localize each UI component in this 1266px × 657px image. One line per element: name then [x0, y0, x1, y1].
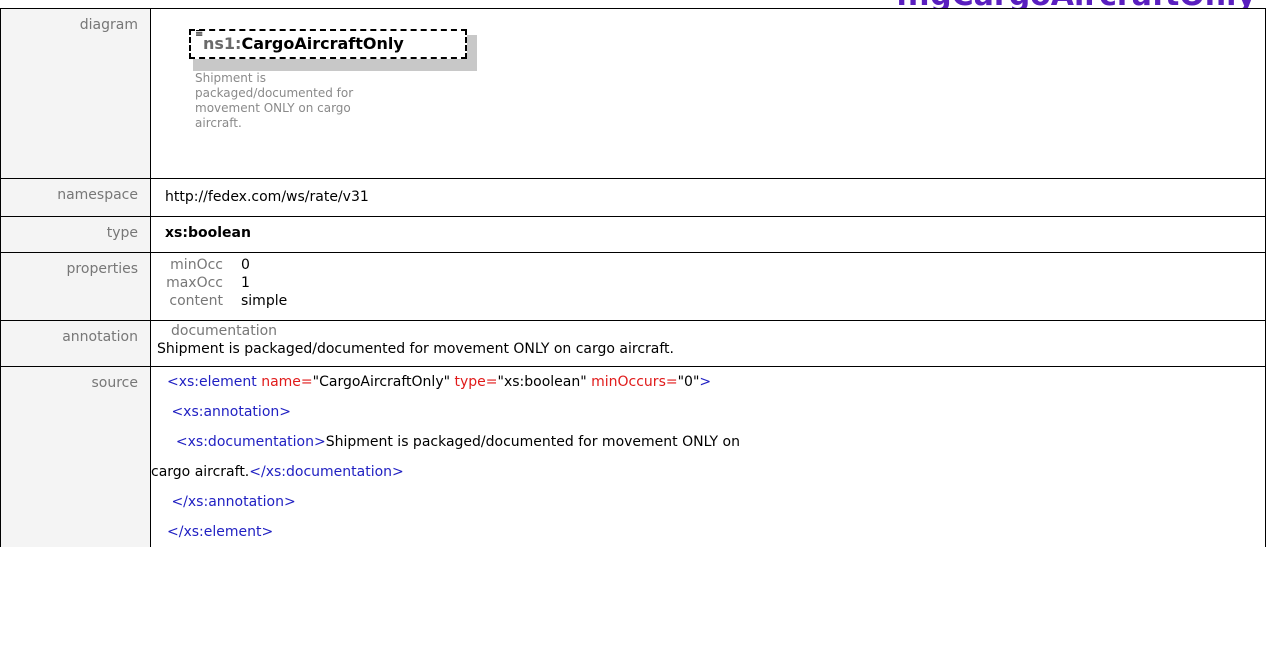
property-key: maxOcc — [166, 275, 223, 291]
diagram-documentation: Shipment is packaged/documented for move… — [195, 71, 415, 131]
source-attribute-value: "0" — [677, 374, 700, 390]
property-key: content — [169, 293, 223, 309]
property-value: 0 — [241, 257, 250, 273]
namespace-cell: http://fedex.com/ws/rate/v31 — [150, 178, 1266, 217]
diagram-doc-line: movement ONLY on cargo — [195, 101, 351, 115]
properties-cell: minOcc 0 maxOcc 1 content simple — [150, 252, 1266, 321]
diagram-element-box[interactable]: ≡ ns1:CargoAircraftOnly — [189, 29, 467, 59]
label-cell-source: source — [0, 366, 151, 547]
row-annotation: annotation documentation Shipment is pac… — [0, 320, 1266, 367]
label-namespace: namespace — [57, 187, 138, 203]
documentation-glyph-icon: ≡ — [195, 28, 204, 39]
diagram-doc-line: aircraft. — [195, 116, 242, 130]
source-line: <xs:element name="CargoAircraftOnly" typ… — [167, 367, 1265, 397]
source-tag: <xs:element — [167, 374, 257, 390]
label-cell-type: type — [0, 216, 151, 253]
annotation-cell: documentation Shipment is packaged/docum… — [150, 320, 1266, 367]
source-text: cargo aircraft. — [151, 464, 250, 480]
source-text: Shipment is packaged/documented for move… — [325, 434, 740, 450]
type-value[interactable]: xs:boolean — [165, 217, 1265, 241]
source-code: <xs:element name="CargoAircraftOnly" typ… — [150, 366, 1266, 547]
row-namespace: namespace http://fedex.com/ws/rate/v31 — [0, 178, 1266, 217]
element-properties-table: diagram ≡ ns1:CargoAircraftOnly Shipment… — [0, 8, 1266, 547]
diagram-cell: ≡ ns1:CargoAircraftOnly Shipment is pack… — [150, 8, 1266, 179]
property-key: minOcc — [170, 257, 223, 273]
header-title-fragment: ...gCargoAircraftOnly — [896, 0, 1256, 8]
source-attribute: type= — [450, 374, 498, 390]
source-tag: > — [699, 374, 712, 390]
property-value: 1 — [241, 275, 250, 291]
namespace-value: http://fedex.com/ws/rate/v31 — [165, 189, 369, 205]
page-header-fragment: ...gCargoAircraftOnly — [0, 0, 1266, 8]
annotation-heading: documentation — [171, 323, 278, 339]
label-cell-properties: properties — [0, 252, 151, 321]
diagram-namespace-prefix: ns1: — [203, 34, 242, 53]
source-line: <xs:documentation>Shipment is packaged/d… — [167, 427, 1265, 457]
label-properties: properties — [66, 261, 138, 277]
annotation-text: Shipment is packaged/documented for move… — [157, 341, 674, 357]
source-attribute-value: "CargoAircraftOnly" — [312, 374, 451, 390]
label-annotation: annotation — [62, 329, 138, 345]
row-properties: properties minOcc 0 maxOcc 1 content sim… — [0, 252, 1266, 321]
row-diagram: diagram ≡ ns1:CargoAircraftOnly Shipment… — [0, 8, 1266, 179]
type-cell: xs:boolean — [150, 216, 1266, 253]
source-attribute: minOccurs= — [586, 374, 678, 390]
diagram-doc-line: Shipment is — [195, 71, 266, 85]
source-attribute-value: "xs:boolean" — [497, 374, 587, 390]
row-type: type xs:boolean — [0, 216, 1266, 253]
diagram-doc-line: packaged/documented for — [195, 86, 354, 100]
source-line: </xs:element> — [167, 524, 274, 540]
diagram-element-name: CargoAircraftOnly — [241, 34, 404, 53]
source-line: </xs:annotation> — [167, 494, 296, 510]
label-cell-diagram: diagram — [0, 8, 151, 179]
label-cell-namespace: namespace — [0, 178, 151, 217]
label-source: source — [91, 375, 139, 391]
label-diagram: diagram — [79, 17, 138, 33]
source-tag: </xs:documentation> — [249, 464, 404, 480]
source-line: <xs:annotation> — [167, 404, 291, 420]
source-line: cargo aircraft.</xs:documentation> — [151, 457, 1265, 487]
source-tag: <xs:documentation> — [167, 434, 326, 450]
label-cell-annotation: annotation — [0, 320, 151, 367]
label-type: type — [106, 225, 138, 241]
source-attribute: name= — [256, 374, 313, 390]
element-diagram[interactable]: ≡ ns1:CargoAircraftOnly — [189, 29, 477, 71]
row-source: source <xs:element name="CargoAircraftOn… — [0, 366, 1266, 547]
properties-grid: minOcc 0 maxOcc 1 content simple — [151, 253, 1265, 309]
property-value: simple — [241, 293, 288, 309]
